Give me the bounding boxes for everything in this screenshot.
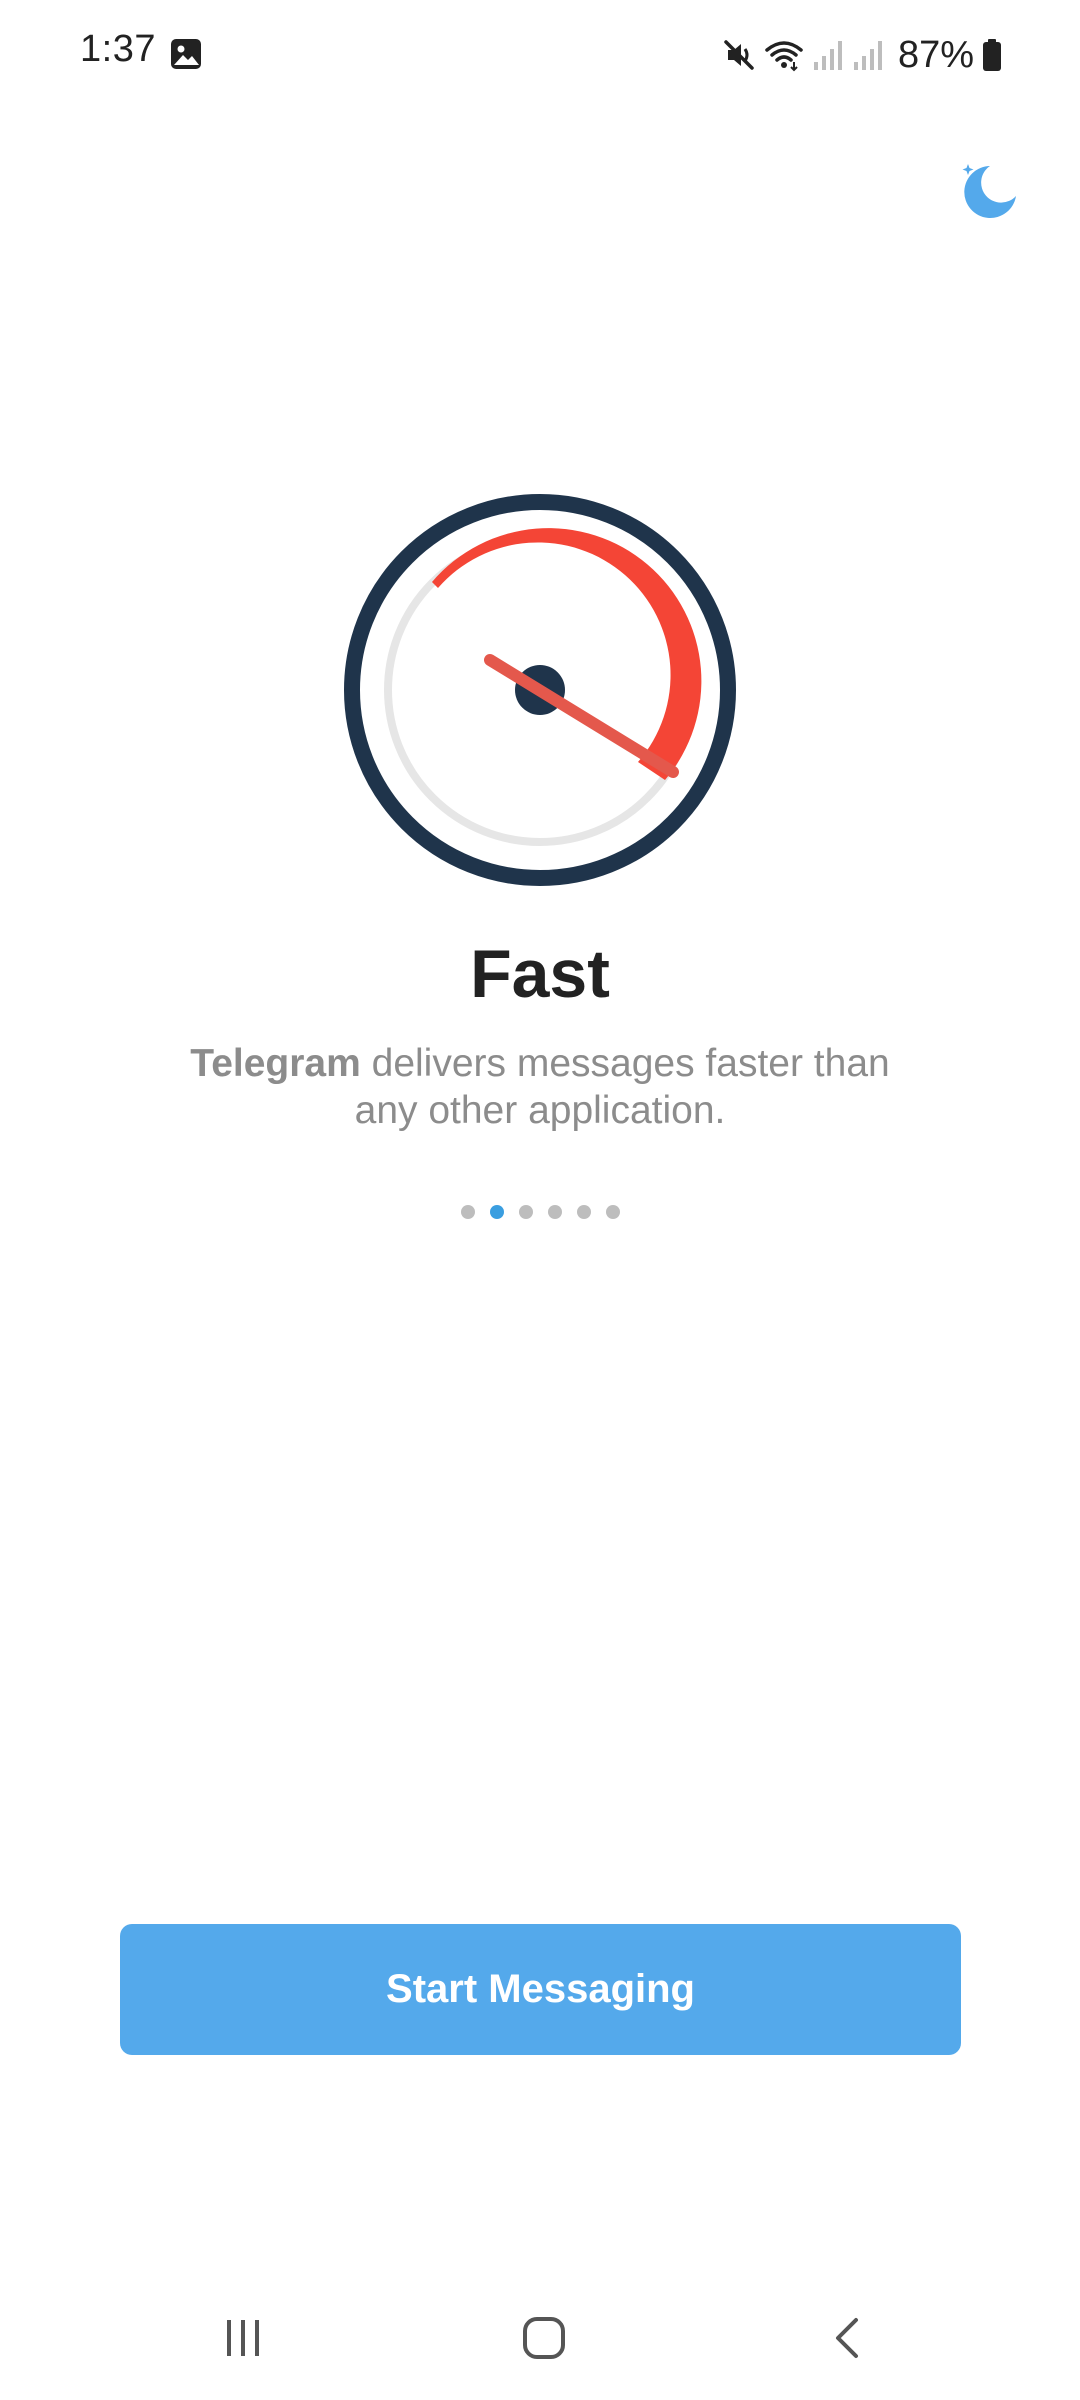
night-mode-toggle[interactable]: [950, 150, 1020, 220]
back-icon: [826, 2316, 870, 2365]
page-dot[interactable]: [547, 1205, 562, 1219]
page-dot[interactable]: [460, 1205, 475, 1219]
signal-icon: [852, 38, 884, 72]
recents-icon: [221, 2316, 265, 2365]
status-icons: 87%: [722, 30, 1002, 80]
recents-button[interactable]: [203, 2300, 283, 2380]
moon-icon: [950, 164, 1020, 224]
brand-name: Telegram: [190, 1042, 361, 1085]
status-time: 1:37: [80, 28, 156, 70]
page-title: Fast: [470, 936, 610, 1012]
page-indicator: [0, 1205, 1080, 1219]
page-dot-active[interactable]: [489, 1205, 504, 1219]
gallery-icon: [170, 38, 202, 70]
status-bar: 1:37 87%: [0, 0, 1080, 110]
battery-icon: [982, 38, 1002, 72]
wifi-icon: [764, 38, 804, 72]
home-button[interactable]: [504, 2300, 584, 2380]
page-dot[interactable]: [576, 1205, 591, 1219]
home-icon: [520, 2314, 568, 2367]
page-dot[interactable]: [518, 1205, 533, 1219]
start-messaging-button[interactable]: Start Messaging: [120, 1924, 961, 2055]
mute-icon: [722, 38, 756, 72]
speedometer-illustration: [340, 490, 740, 890]
back-button[interactable]: [808, 2300, 888, 2380]
description: Telegram delivers messages faster than a…: [170, 1040, 910, 1134]
battery-percent: 87%: [897, 33, 974, 76]
navigation-bar: [0, 2290, 1080, 2390]
signal-icon: [812, 38, 844, 72]
page-dot[interactable]: [605, 1205, 620, 1219]
description-text: delivers messages faster than any other …: [354, 1042, 890, 1132]
